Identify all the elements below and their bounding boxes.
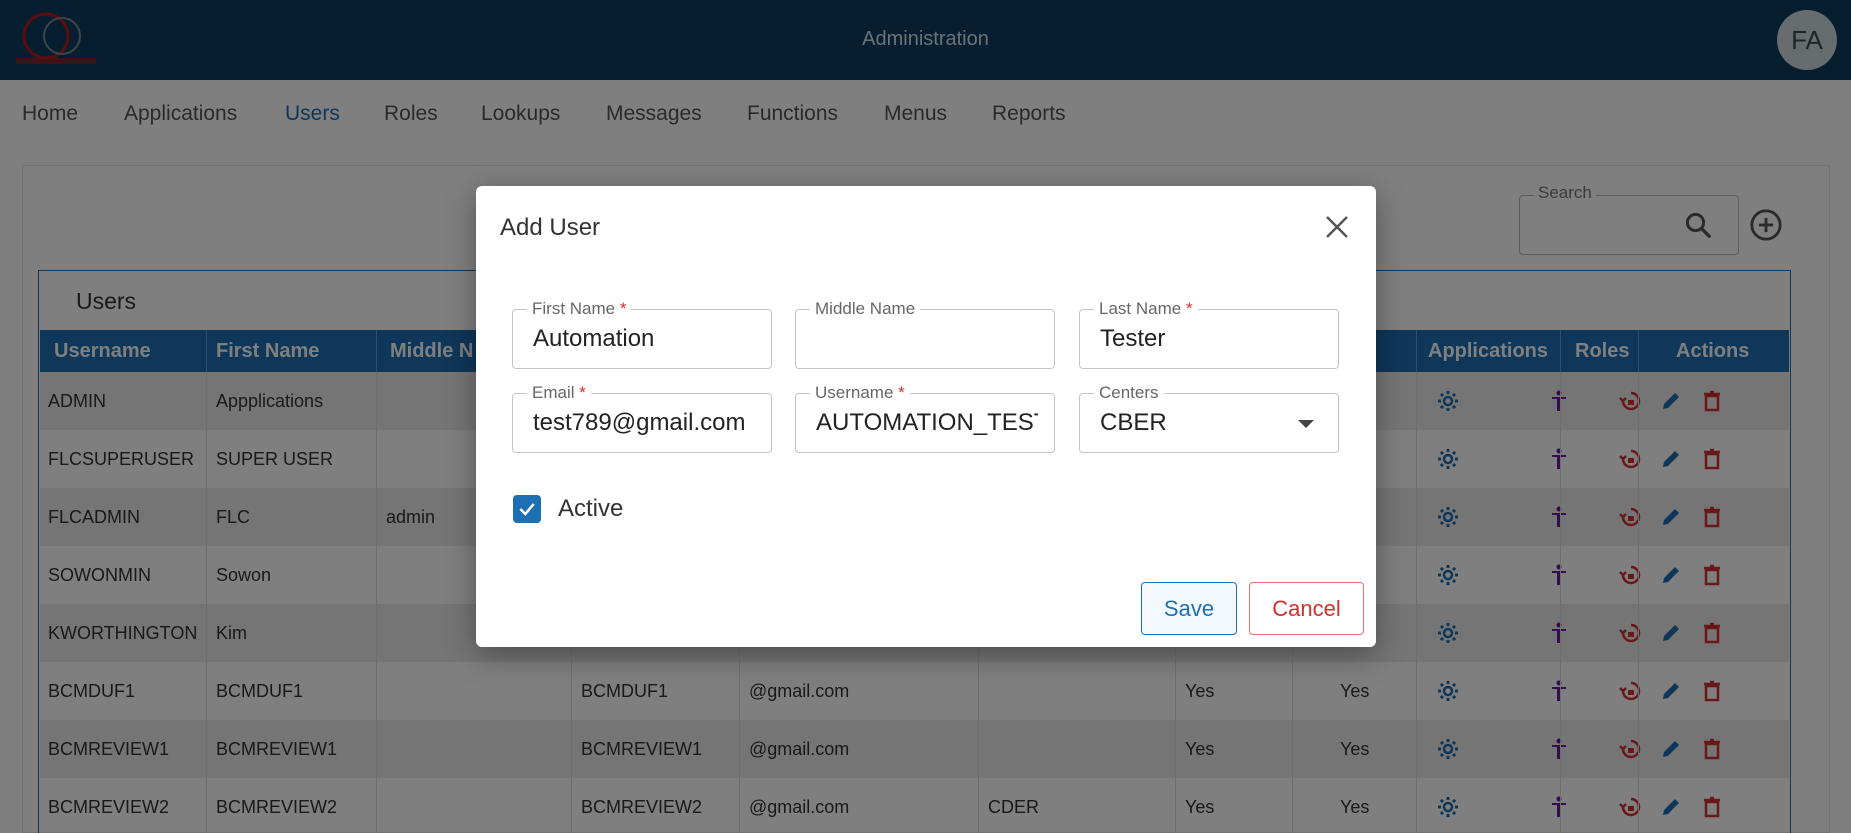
save-button[interactable]: Save bbox=[1141, 582, 1237, 635]
middle-name-value[interactable] bbox=[816, 310, 1038, 368]
username-field[interactable]: Username * AUTOMATION_TEST bbox=[795, 383, 1055, 453]
first-name-value[interactable]: Automation bbox=[533, 310, 755, 368]
dropdown-arrow-icon[interactable] bbox=[1298, 420, 1314, 428]
email-field[interactable]: Email * test789@gmail.com bbox=[512, 383, 772, 453]
middle-name-field[interactable]: Middle Name bbox=[795, 299, 1055, 369]
last-name-value[interactable]: Tester bbox=[1100, 310, 1322, 368]
close-icon[interactable] bbox=[1322, 212, 1352, 242]
last-name-field[interactable]: Last Name * Tester bbox=[1079, 299, 1339, 369]
username-value[interactable]: AUTOMATION_TEST bbox=[816, 394, 1038, 452]
dialog-title: Add User bbox=[500, 214, 601, 241]
centers-select[interactable]: Centers CBER bbox=[1079, 383, 1339, 453]
add-user-dialog: Add User First Name * Automation Middle … bbox=[476, 186, 1376, 647]
centers-value[interactable]: CBER bbox=[1100, 394, 1322, 452]
first-name-field[interactable]: First Name * Automation bbox=[512, 299, 772, 369]
active-label[interactable]: Active bbox=[558, 495, 623, 523]
checkmark-icon bbox=[519, 503, 535, 516]
email-value[interactable]: test789@gmail.com bbox=[533, 394, 755, 452]
active-checkbox[interactable] bbox=[513, 495, 541, 523]
cancel-button[interactable]: Cancel bbox=[1249, 582, 1364, 635]
